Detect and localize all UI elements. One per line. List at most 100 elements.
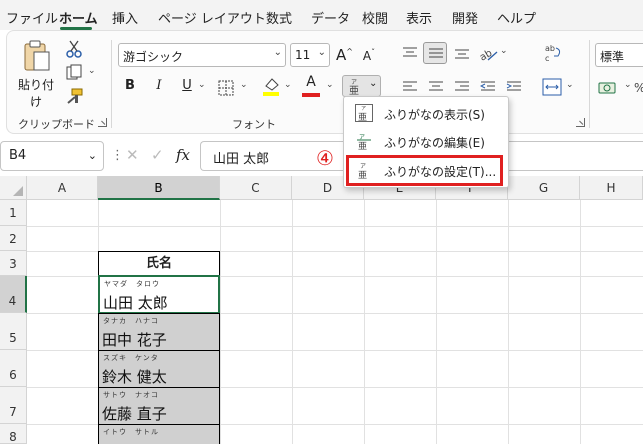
cut-icon[interactable]: [66, 40, 82, 58]
font-name-combo[interactable]: 游ゴシック ⌄: [118, 43, 286, 67]
tab-insert[interactable]: 挿入: [112, 8, 138, 27]
font-color-dropdown-icon[interactable]: ⌄: [326, 80, 334, 90]
underline-button[interactable]: U: [181, 78, 193, 93]
borders-dropdown-icon[interactable]: ⌄: [240, 80, 248, 90]
paste-icon[interactable]: [22, 40, 52, 72]
enter-icon[interactable]: ✓: [151, 146, 164, 164]
highlight-box: [346, 155, 503, 186]
furigana-icon: ア 亜: [349, 79, 359, 95]
cell-b8[interactable]: イトウ サトル: [98, 424, 220, 444]
cell-b7[interactable]: サトウ ナオコ 佐藤 直子: [98, 387, 220, 425]
grow-font-button[interactable]: A^: [336, 46, 353, 64]
svg-text:亜: 亜: [358, 141, 367, 150]
row-header-4[interactable]: 4: [0, 276, 27, 313]
tab-review[interactable]: 校閲: [362, 8, 388, 27]
number-format-value: 標準: [600, 50, 625, 64]
increase-indent-icon[interactable]: [506, 80, 522, 94]
svg-text:c: c: [545, 54, 549, 63]
number-format-combo[interactable]: 標準: [595, 43, 643, 67]
tab-page-layout[interactable]: ページ レイアウト: [158, 8, 266, 27]
row-header-7[interactable]: 7: [0, 387, 27, 424]
percent-icon[interactable]: %: [634, 80, 643, 96]
insert-function-icon[interactable]: fx: [176, 146, 190, 164]
merge-dropdown-icon[interactable]: ⌄: [566, 80, 574, 90]
column-header-g[interactable]: G: [508, 176, 580, 200]
menu-item-show-furigana[interactable]: ア 亜 ふりがなの表示(S): [344, 101, 508, 127]
furigana-text: ヤマダ タロウ: [104, 280, 160, 288]
tab-data[interactable]: データ: [311, 8, 350, 27]
cell-b4[interactable]: ヤマダ タロウ 山田 太郎: [98, 275, 220, 314]
clipboard-launcher-icon[interactable]: [98, 118, 107, 127]
gridline: [292, 200, 293, 444]
fill-color-icon[interactable]: [262, 76, 280, 96]
bold-button[interactable]: B: [124, 78, 136, 93]
merge-center-icon[interactable]: [542, 78, 562, 96]
gridline: [436, 200, 437, 444]
fill-color-dropdown-icon[interactable]: ⌄: [284, 80, 292, 90]
accounting-dropdown-icon[interactable]: ⌄: [624, 80, 632, 90]
align-top-icon[interactable]: [402, 46, 418, 60]
furigana-text: サトウ ナオコ: [103, 391, 159, 399]
select-all-corner[interactable]: [0, 176, 27, 200]
align-middle-button[interactable]: [423, 42, 447, 64]
show-furigana-icon: ア 亜: [355, 104, 373, 122]
furigana-button[interactable]: ア 亜 ⌄: [342, 75, 381, 97]
font-size-value: 11: [295, 48, 311, 62]
shrink-font-button[interactable]: Aˇ: [361, 48, 377, 63]
select-all-icon: [13, 186, 23, 196]
tab-formulas[interactable]: 数式: [266, 8, 292, 27]
italic-button[interactable]: I: [153, 78, 165, 93]
name-text: 佐藤 直子: [102, 405, 167, 423]
font-color-button[interactable]: A: [303, 74, 319, 90]
chevron-down-icon: ⌄: [273, 47, 282, 58]
align-bottom-icon[interactable]: [454, 46, 470, 60]
cell-b6[interactable]: スズキ ケンタ 鈴木 健太: [98, 350, 220, 388]
name-box[interactable]: B4 ⌄: [0, 141, 104, 171]
svg-text:%: %: [634, 81, 643, 95]
menu-item-edit-furigana[interactable]: ア 亜 ふりがなの編集(E): [344, 129, 508, 155]
row-header-1[interactable]: 1: [0, 200, 27, 226]
align-right-icon[interactable]: [454, 80, 470, 94]
tab-home[interactable]: ホーム: [59, 8, 98, 27]
copy-icon[interactable]: [66, 64, 82, 80]
formula-bar-grip-icon: ⋮: [111, 148, 124, 163]
align-left-icon[interactable]: [402, 80, 418, 94]
name-text: 鈴木 健太: [102, 368, 167, 386]
step-number: ④: [316, 146, 334, 170]
row-header-8[interactable]: 8: [0, 424, 27, 444]
row-header-3[interactable]: 3: [0, 251, 27, 276]
chevron-down-icon: ⌄: [369, 78, 378, 89]
row-header-6[interactable]: 6: [0, 350, 27, 387]
font-size-combo[interactable]: 11 ⌄: [290, 43, 330, 67]
svg-text:ア: ア: [361, 106, 366, 112]
column-header-b[interactable]: B: [98, 176, 220, 200]
tab-view[interactable]: 表示: [406, 8, 432, 27]
svg-text:ア: ア: [351, 79, 357, 86]
table-header-name[interactable]: 氏名: [98, 251, 220, 277]
row-header-2[interactable]: 2: [0, 226, 27, 251]
tab-help[interactable]: ヘルプ: [497, 8, 536, 27]
paste-dropdown-icon[interactable]: ⌄: [30, 94, 38, 104]
align-center-icon[interactable]: [428, 80, 444, 94]
column-header-c[interactable]: C: [220, 176, 292, 200]
underline-dropdown-icon[interactable]: ⌄: [198, 80, 206, 90]
cancel-icon[interactable]: ✕: [126, 146, 139, 164]
wrap-text-icon[interactable]: ab c: [544, 42, 564, 64]
chevron-down-icon: ⌄: [87, 149, 97, 162]
orientation-icon[interactable]: ab: [478, 44, 498, 62]
cell-b5[interactable]: タナカ ハナコ 田中 花子: [98, 313, 220, 351]
alignment-launcher-icon[interactable]: [576, 118, 585, 127]
accounting-format-icon[interactable]: [598, 80, 620, 96]
copy-dropdown-icon[interactable]: ⌄: [88, 66, 96, 76]
svg-text:亜: 亜: [358, 112, 367, 122]
tab-developer[interactable]: 開発: [452, 8, 478, 27]
tab-file[interactable]: ファイル: [6, 8, 58, 27]
row-header-5[interactable]: 5: [0, 313, 27, 350]
decrease-indent-icon[interactable]: [480, 80, 496, 94]
column-header-h[interactable]: H: [580, 176, 643, 200]
borders-icon[interactable]: [218, 80, 234, 96]
orientation-dropdown-icon[interactable]: ⌄: [500, 46, 508, 56]
column-header-a[interactable]: A: [27, 176, 98, 200]
paste-button-label[interactable]: 貼り付け: [14, 76, 58, 110]
format-painter-icon[interactable]: [66, 88, 84, 104]
